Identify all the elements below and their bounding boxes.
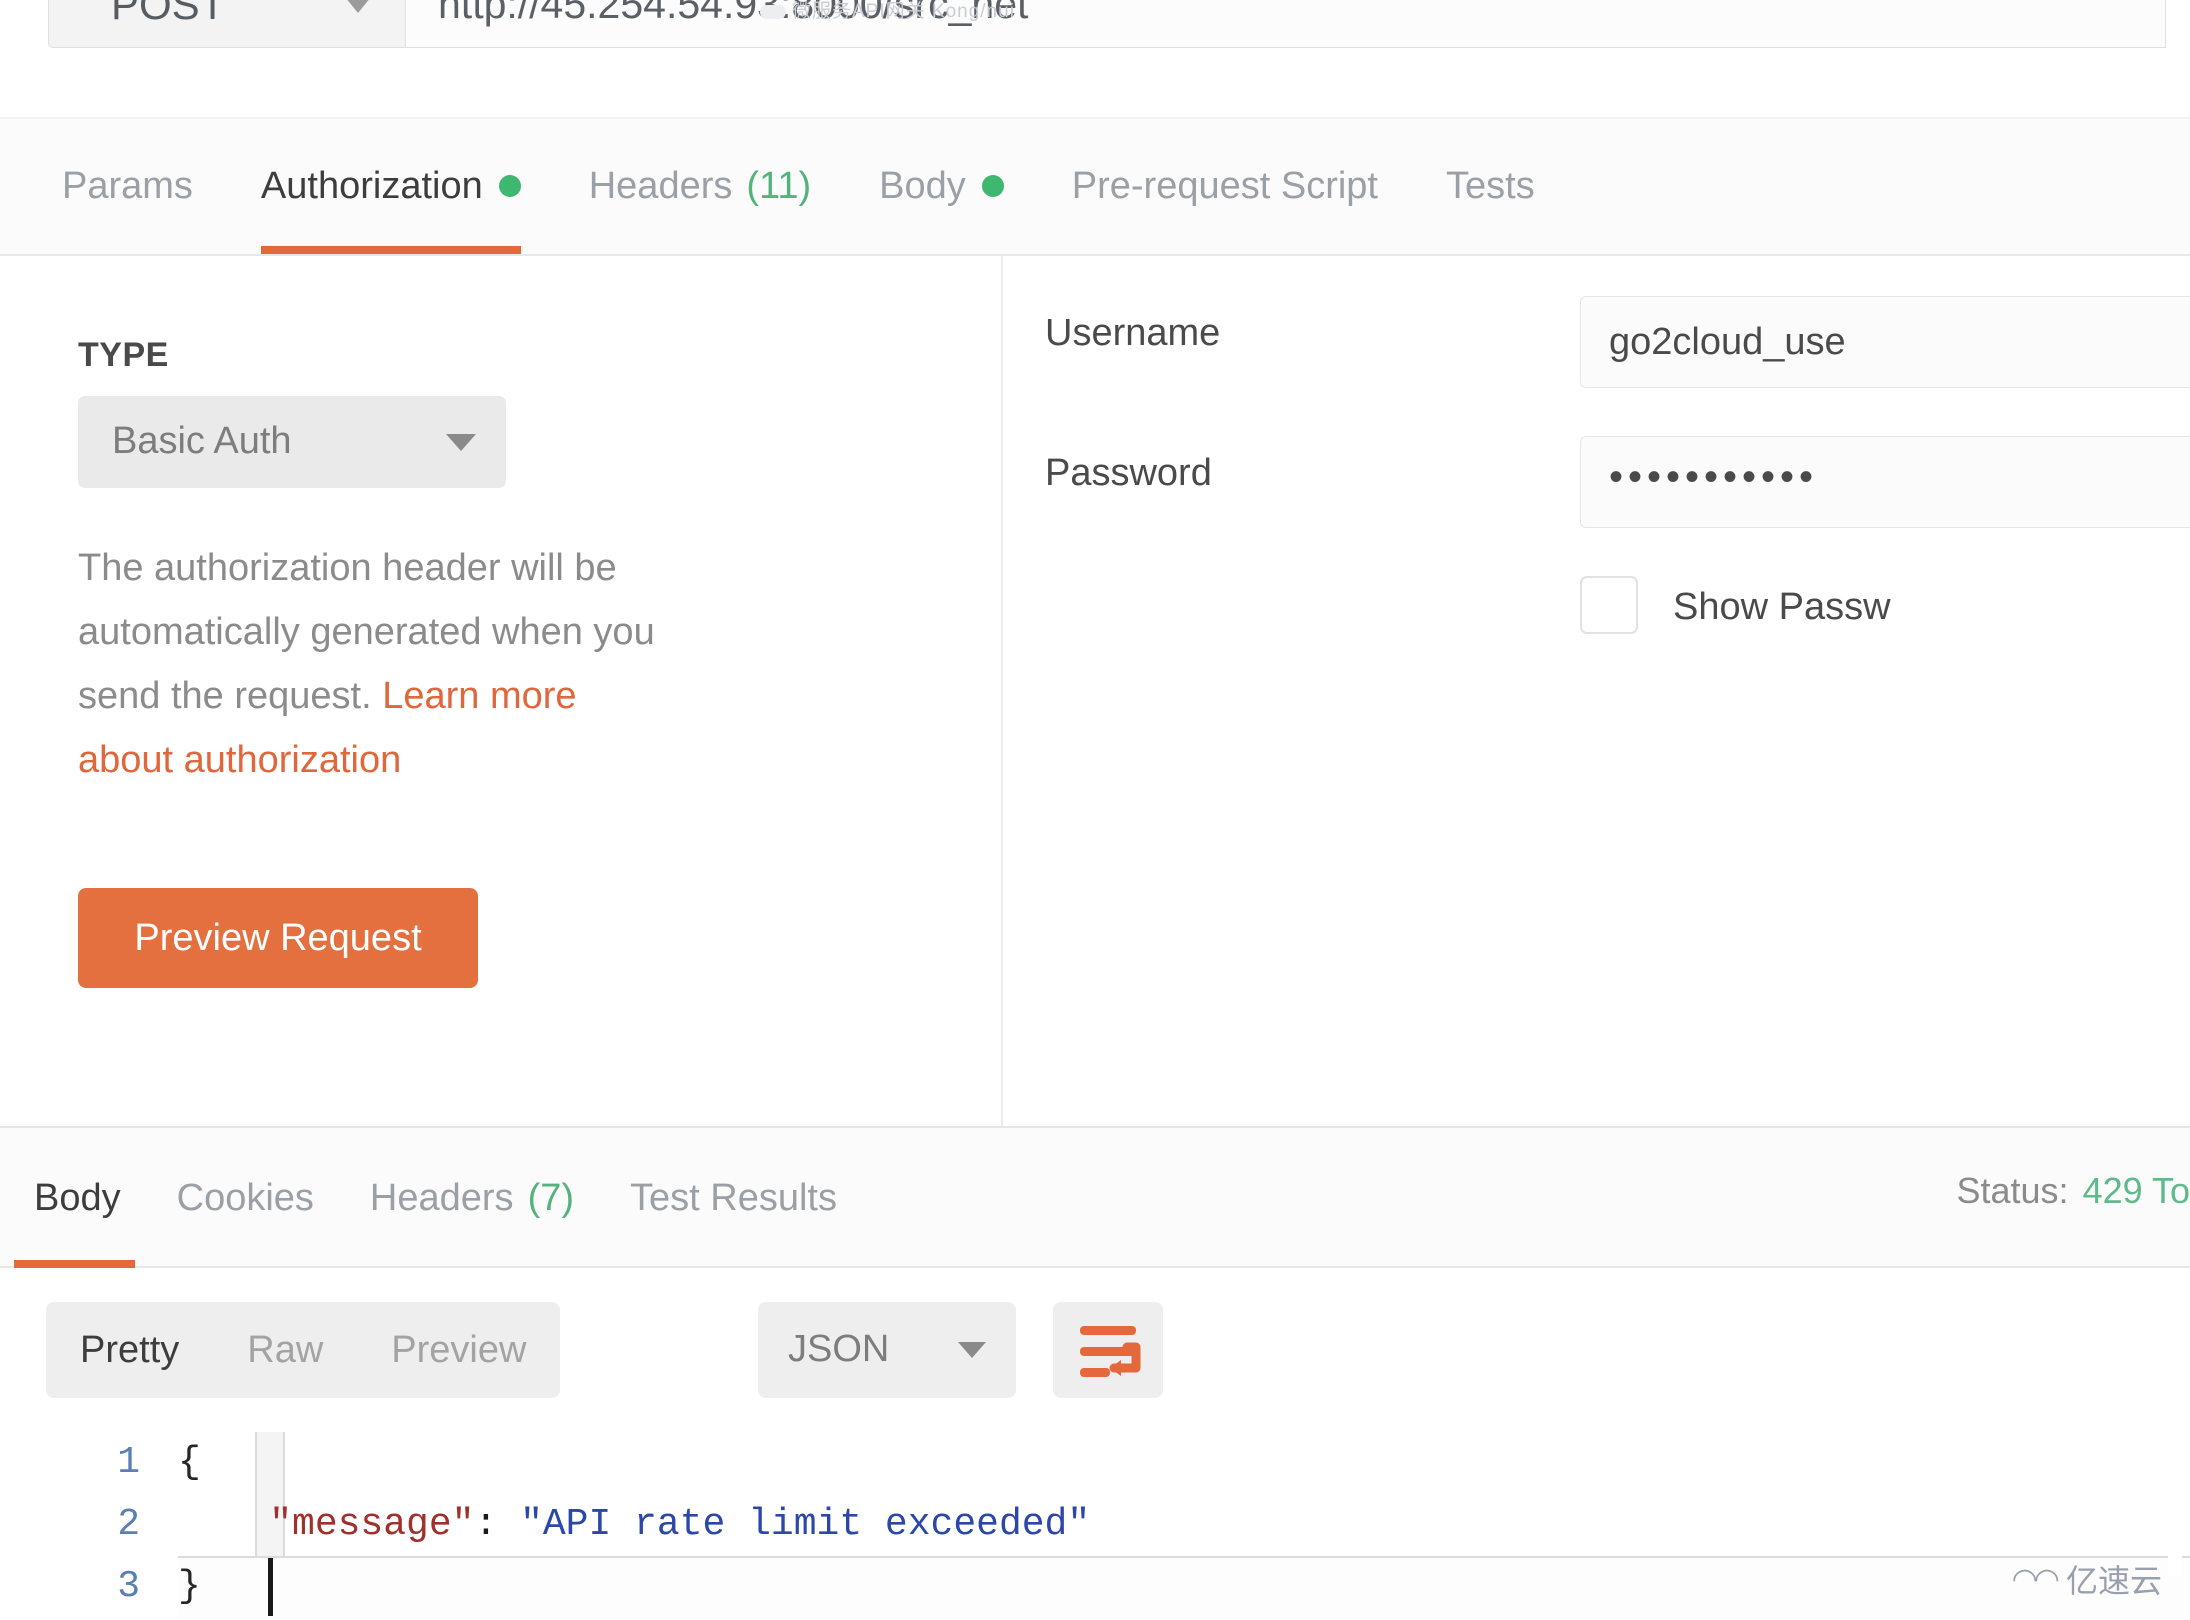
response-scrollbar[interactable] (2168, 1276, 2182, 1576)
tab-tests-label: Tests (1446, 165, 1535, 208)
tab-body-status-dot (982, 175, 1004, 197)
auth-type-value: Basic Auth (112, 420, 292, 463)
code-json-colon: : (474, 1503, 497, 1546)
watermark-bottom-text: 亿速云 (2066, 1556, 2162, 1602)
tab-authorization-label: Authorization (261, 165, 483, 208)
request-tab-row: Params Authorization Headers (11) Body P… (0, 118, 1569, 254)
chevron-down-icon (446, 434, 476, 451)
code-lines[interactable]: { "message": "API rate limit exceeded" } (178, 1432, 1090, 1618)
view-mode-preview[interactable]: Preview (357, 1329, 560, 1372)
tab-tests[interactable]: Tests (1412, 118, 1569, 254)
tab-pre-request-script-label: Pre-request Script (1072, 165, 1378, 208)
response-tab-bar: Body Cookies Headers (7) Test Results St… (0, 1128, 2190, 1268)
tab-active-underline (261, 246, 521, 254)
show-password-checkbox[interactable] (1580, 576, 1638, 634)
code-json-value: "API rate limit exceeded" (497, 1503, 1090, 1546)
response-tab-headers[interactable]: Headers (7) (342, 1128, 602, 1268)
code-line: { (178, 1432, 1090, 1494)
authorization-right-column: Username go2cloud_use Password •••••••••… (1003, 256, 2190, 1126)
code-line: "message": "API rate limit exceeded" (178, 1494, 1090, 1556)
response-tab-test-results[interactable]: Test Results (602, 1128, 865, 1268)
watermark-top: 微服务API网关 Kong/nui (760, 0, 1015, 23)
username-label: Username (1045, 312, 1220, 355)
tab-body-label: Body (879, 165, 966, 208)
text-cursor (268, 1558, 273, 1616)
code-json-key: "message" (269, 1503, 474, 1546)
line-number: 3 (0, 1556, 178, 1618)
tab-headers-label: Headers (589, 165, 733, 208)
response-tab-active-underline (14, 1260, 135, 1268)
username-input[interactable]: go2cloud_use (1580, 296, 2190, 388)
authorization-left-column: TYPE Basic Auth The authorization header… (0, 256, 1003, 1126)
body-view-mode-group: Pretty Raw Preview (46, 1302, 560, 1398)
response-tab-headers-count: (7) (528, 1177, 574, 1220)
password-input[interactable]: ••••••••••• (1580, 436, 2190, 528)
tab-body[interactable]: Body (845, 118, 1038, 254)
username-value: go2cloud_use (1609, 321, 1846, 364)
tab-headers-count: (11) (746, 165, 811, 208)
view-mode-pretty[interactable]: Pretty (46, 1329, 213, 1372)
password-label: Password (1045, 452, 1212, 495)
code-line: } (178, 1556, 1090, 1618)
auth-description: The authorization header will be automat… (78, 536, 678, 792)
response-tab-body[interactable]: Body (0, 1128, 149, 1268)
tab-params[interactable]: Params (0, 118, 227, 254)
code-open-brace: { (178, 1441, 201, 1484)
watermark-bottom: ◠◠ 亿速云 (2012, 1556, 2162, 1602)
response-tab-cookies-label: Cookies (177, 1177, 314, 1220)
response-status: Status: 429 To (1957, 1170, 2190, 1212)
watermark-cloud-glyph-icon: ◠◠ (2012, 1562, 2056, 1597)
response-tab-headers-label: Headers (370, 1177, 514, 1220)
body-format-select[interactable]: JSON (758, 1302, 1016, 1398)
tab-authorization[interactable]: Authorization (227, 118, 555, 254)
chevron-down-icon (958, 1342, 986, 1358)
request-url-bar: POST http://45.254.54.93:8000/src_net (0, 0, 2190, 70)
response-tab-body-label: Body (34, 1177, 121, 1220)
preview-request-button[interactable]: Preview Request (78, 888, 478, 988)
password-value: ••••••••••• (1609, 455, 1818, 500)
request-url-input[interactable]: http://45.254.54.93:8000/src_net (406, 0, 2166, 48)
response-status-label: Status: (1957, 1170, 2069, 1211)
view-mode-raw[interactable]: Raw (213, 1329, 357, 1372)
http-method-label: POST (111, 0, 225, 29)
tab-params-label: Params (62, 165, 193, 208)
auth-type-select[interactable]: Basic Auth (78, 396, 506, 488)
word-wrap-icon (1053, 1302, 1163, 1398)
line-number: 2 (0, 1494, 178, 1556)
response-status-value: 429 To (2083, 1170, 2190, 1211)
auth-type-heading: TYPE (78, 336, 169, 375)
code-close-brace: } (178, 1565, 201, 1608)
tab-headers[interactable]: Headers (11) (555, 118, 845, 254)
response-tab-row: Body Cookies Headers (7) Test Results (0, 1128, 865, 1268)
tab-authorization-status-dot (499, 175, 521, 197)
response-tab-test-results-label: Test Results (630, 1177, 837, 1220)
response-tab-cookies[interactable]: Cookies (149, 1128, 342, 1268)
http-method-select[interactable]: POST (48, 0, 406, 48)
request-tab-bar: Params Authorization Headers (11) Body P… (0, 120, 2190, 256)
body-format-value: JSON (788, 1328, 889, 1371)
line-number: 1 (0, 1432, 178, 1494)
code-line-numbers: 1 2 3 (0, 1432, 178, 1616)
authorization-panel: TYPE Basic Auth The authorization header… (0, 256, 2190, 1126)
tab-pre-request-script[interactable]: Pre-request Script (1038, 118, 1412, 254)
code-indent (178, 1503, 269, 1546)
response-code-area: 1 2 3 { "message": "API rate limit excee… (0, 1432, 2190, 1616)
word-wrap-toggle-button[interactable] (1053, 1302, 1163, 1398)
watermark-top-text: 微服务API网关 Kong/nui (792, 1, 1015, 22)
watermark-cloud-icon (760, 5, 786, 19)
chevron-down-icon (345, 0, 371, 13)
show-password-label: Show Passw (1673, 586, 1891, 629)
